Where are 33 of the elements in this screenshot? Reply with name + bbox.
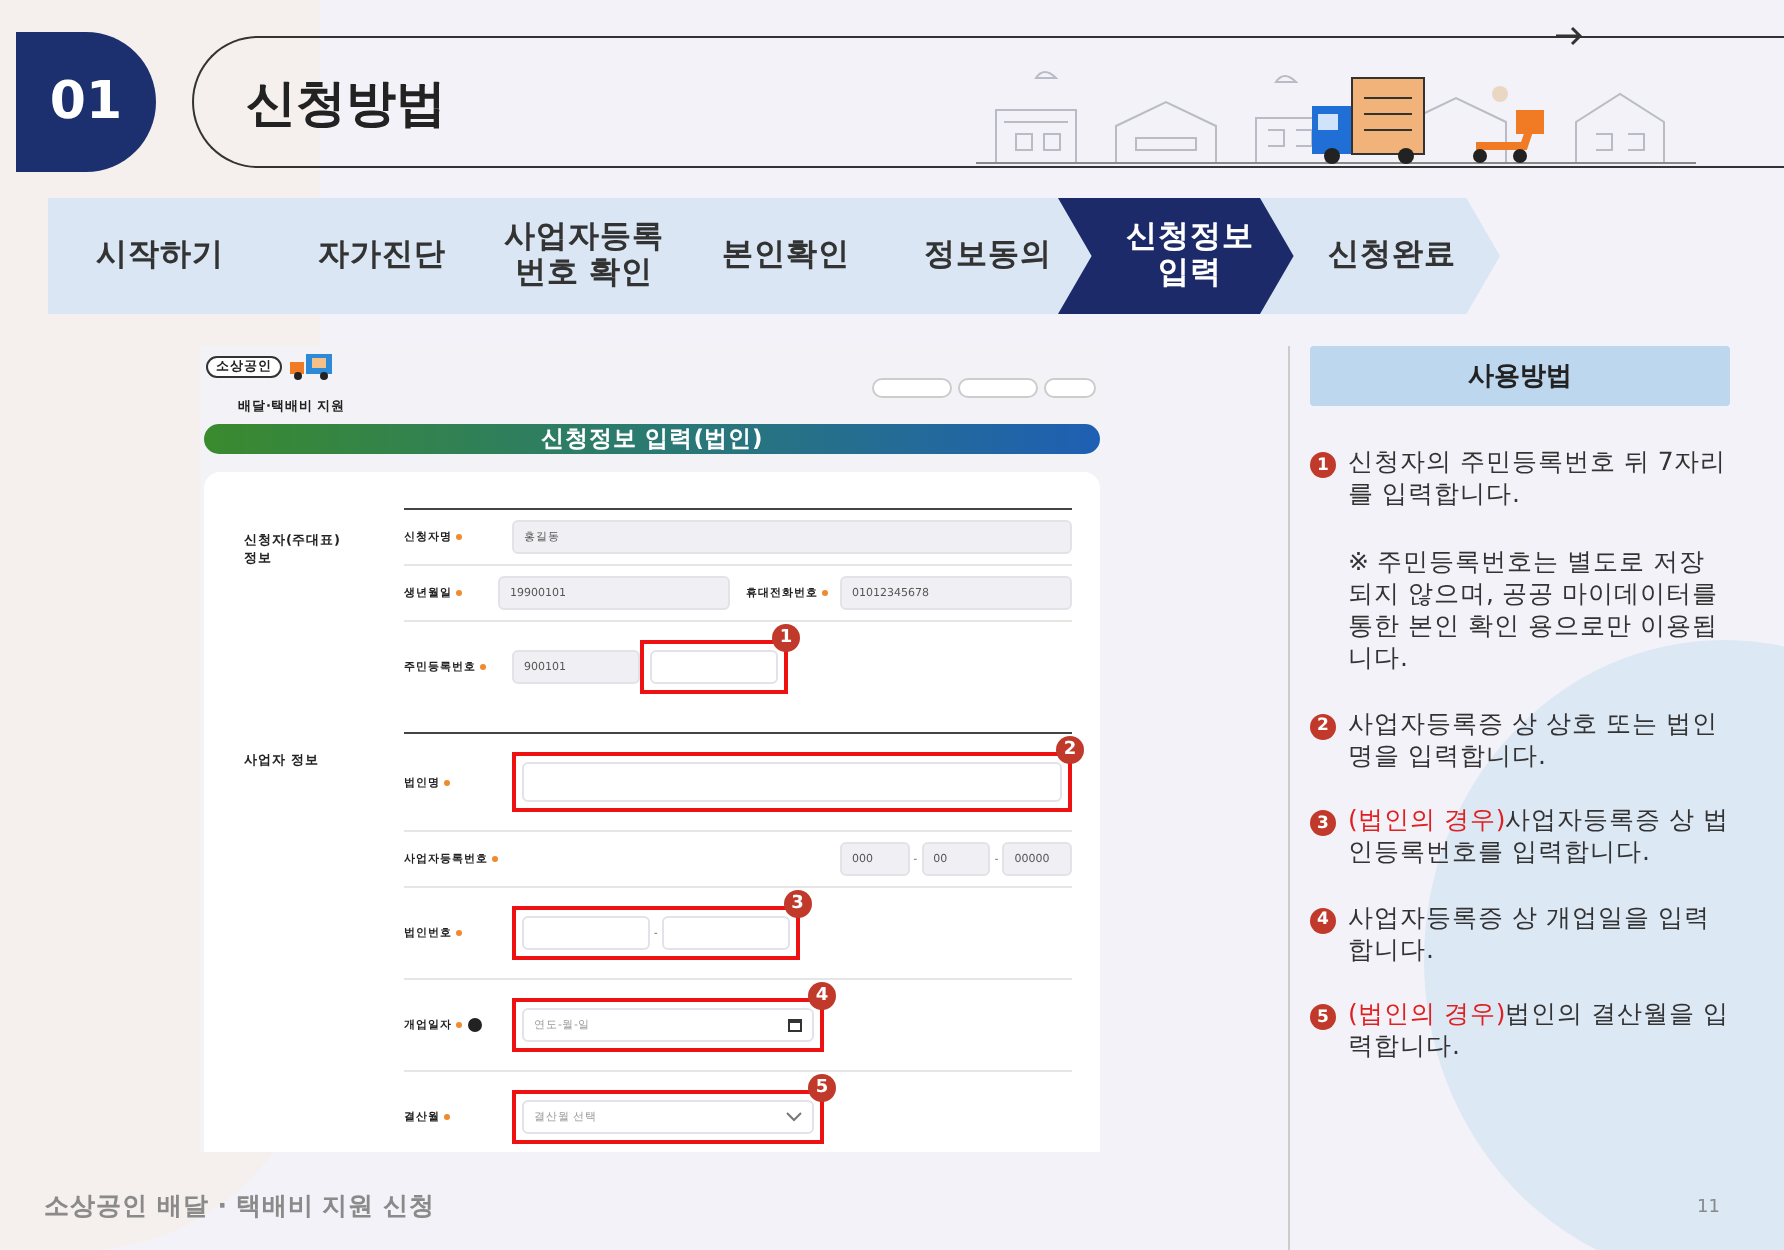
input-field[interactable]: [650, 650, 778, 684]
step-number-badge: 3: [783, 890, 812, 918]
guide-text: 신청자의 주민등록번호 뒤 7자리를 입력합니다.: [1348, 446, 1728, 511]
step-number-badge: 1: [1310, 452, 1336, 478]
page-number: 11: [1697, 1197, 1720, 1217]
step-number-badge: 1: [772, 624, 800, 652]
guide-text: 사업자등록증 상 상호 또는 법인명을 입력합니다.: [1348, 707, 1720, 772]
guide-note: ※ 주민등록번호는 별도로 저장되지 않으며, 공공 마이데이터를 통한 본인 확인 용으로만 이용됩니다.: [1348, 545, 1720, 675]
step-number-badge: 2: [1056, 736, 1084, 764]
input-field[interactable]: [522, 762, 1062, 802]
guide-title: 사용방법: [1310, 346, 1730, 406]
input-field[interactable]: [661, 916, 790, 950]
guide-text: (법인의 경우)법인의 결산월을 입력합니다.: [1348, 998, 1730, 1063]
calendar-icon: [788, 1018, 802, 1032]
form-banner: 신청정보 입력(법인): [204, 424, 1100, 454]
input-field[interactable]: [522, 916, 650, 950]
step-number-badge: 4: [1310, 907, 1336, 933]
header-button[interactable]: [872, 378, 952, 398]
page-title: 신청방법: [246, 71, 446, 135]
step-number-badge: 5: [808, 1074, 836, 1102]
section-number: 01: [16, 32, 156, 172]
step-number-badge: 3: [1310, 810, 1336, 836]
header-button[interactable]: [1044, 378, 1096, 398]
footer-text: 소상공인 배달 · 택배비 지원 신청: [44, 1190, 436, 1224]
chevron-down-icon: [786, 1112, 802, 1122]
guide-text: (법인의 경우)사업자등록증 상 법인등록번호를 입력합니다.: [1348, 804, 1730, 869]
help-icon[interactable]: [468, 1018, 482, 1032]
header-button[interactable]: [958, 378, 1038, 398]
guide-text: 사업자등록증 상 개업일을 입력합니다.: [1348, 901, 1712, 966]
truck-icon: [290, 352, 334, 380]
step-number-badge: 4: [808, 982, 836, 1010]
step-number-badge: 2: [1310, 713, 1336, 739]
step-number-badge: 5: [1310, 1004, 1336, 1030]
